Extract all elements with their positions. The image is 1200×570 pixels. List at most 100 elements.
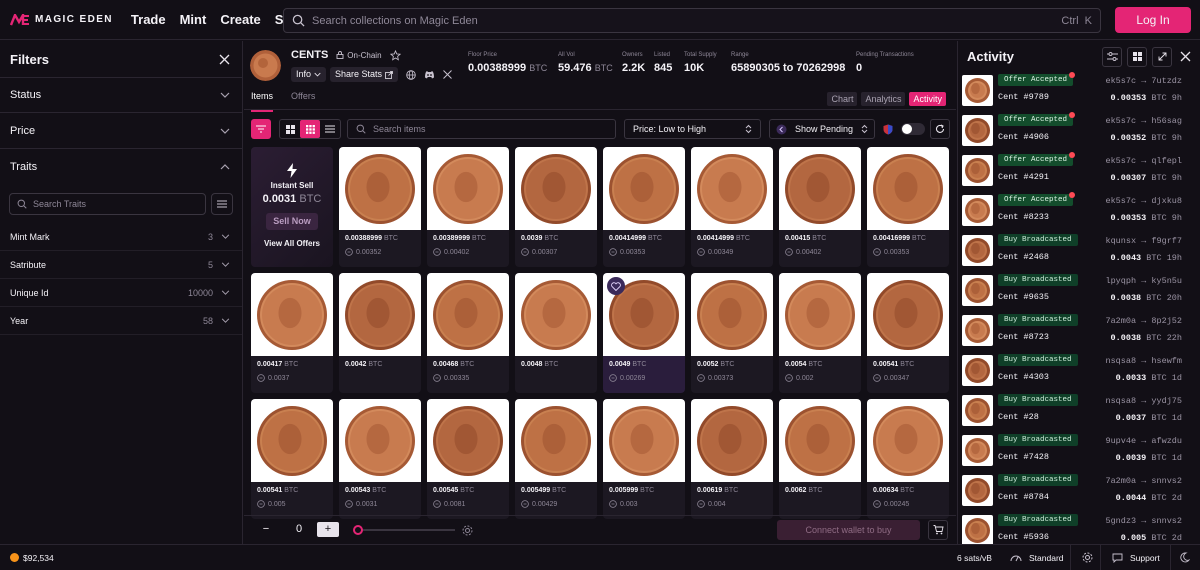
activity-item-name[interactable]: Cent #2468 [998, 252, 1049, 262]
grid-large-button[interactable] [280, 120, 300, 138]
activity-row[interactable]: Buy Broadcasted Cent #2468 kqunsx → f9grf7… [962, 232, 1200, 272]
activity-item-name[interactable]: Cent #4303 [998, 372, 1049, 382]
share-stats-button[interactable]: Share Stats [330, 67, 399, 82]
activity-addresses[interactable]: 7a2m0a → snnvs2 [1105, 476, 1182, 486]
activity-row[interactable]: Buy Broadcasted Cent #8784 7a2m0a → snnvs2… [962, 472, 1200, 512]
trait-row[interactable]: Unique Id 10000 [0, 279, 242, 307]
activity-addresses[interactable]: nsqsa8 → yydj75 [1105, 396, 1182, 406]
nav-mint[interactable]: Mint [180, 12, 207, 27]
activity-row[interactable]: Offer Accepted Cent #8233 ek5s7c → djxku8 0… [962, 192, 1200, 232]
protection-toggle[interactable] [883, 119, 925, 139]
item-card[interactable]: 0.00545 BTC 0.0081 [427, 399, 509, 519]
item-card[interactable]: 0.0039 BTC 0.00307 [515, 147, 597, 267]
qty-slider[interactable] [353, 525, 455, 535]
activity-addresses[interactable]: nsqsa8 → hsewfm [1105, 356, 1182, 366]
activity-row[interactable]: Buy Broadcasted Cent #9635 lpyqph → ky5n5u… [962, 272, 1200, 312]
trait-row[interactable]: Satribute 5 [0, 251, 242, 279]
close-icon[interactable] [219, 54, 230, 65]
cart-button[interactable] [928, 520, 948, 540]
activity-item-name[interactable]: Cent #28 [998, 412, 1039, 422]
globe-icon[interactable] [406, 69, 416, 80]
qty-value[interactable]: 0 [292, 522, 306, 537]
info-dropdown[interactable]: Info [291, 67, 327, 82]
speed-selector[interactable]: Standard [1010, 545, 1064, 570]
support-button[interactable]: Support [1112, 545, 1160, 570]
activity-addresses[interactable]: ek5s7c → djxku8 [1105, 196, 1182, 206]
item-card[interactable]: 0.005499 BTC 0.00429 [515, 399, 597, 519]
activity-row[interactable]: Offer Accepted Cent #9789 ek5s7c → 7utzdz 0… [962, 72, 1200, 112]
activity-item-name[interactable]: Cent #8233 [998, 212, 1049, 222]
activity-row[interactable]: Buy Broadcasted Cent #28 nsqsa8 → yydj75 0.… [962, 392, 1200, 432]
item-card[interactable]: 0.00414999 BTC 0.00349 [691, 147, 773, 267]
activity-grid-button[interactable] [1127, 46, 1147, 67]
connect-wallet-button[interactable]: Connect wallet to buy [777, 520, 920, 540]
trait-row[interactable]: Year 58 [0, 307, 242, 335]
activity-addresses[interactable]: 9upv4e → afwzdu [1105, 436, 1182, 446]
tab-analytics[interactable]: Analytics [861, 92, 906, 106]
qty-minus-button[interactable]: − [255, 522, 277, 537]
close-icon[interactable] [1180, 51, 1191, 62]
toggle-switch[interactable] [901, 123, 925, 135]
filter-price[interactable]: Price [0, 113, 242, 149]
trait-row[interactable]: Mint Mark 3 [0, 223, 242, 251]
heart-icon[interactable] [607, 277, 625, 295]
item-card[interactable]: 0.00415 BTC 0.00402 [779, 147, 861, 267]
instant-sell-card[interactable]: Instant Sell 0.0031 BTC Sell Now View Al… [251, 147, 333, 267]
activity-addresses[interactable]: kqunsx → f9grf7 [1105, 236, 1182, 246]
item-card[interactable]: 0.0054 BTC 0.002 [779, 273, 861, 393]
x-twitter-icon[interactable] [443, 70, 452, 79]
item-card[interactable]: 0.00388999 BTC 0.00352 [339, 147, 421, 267]
activity-row[interactable]: Buy Broadcasted Cent #4303 nsqsa8 → hsewfm… [962, 352, 1200, 392]
activity-item-name[interactable]: Cent #9789 [998, 92, 1049, 102]
activity-row[interactable]: Buy Broadcasted Cent #8723 7a2m0a → 8p2j52… [962, 312, 1200, 352]
sell-now-button[interactable]: Sell Now [266, 213, 318, 230]
item-card[interactable]: 0.0049 BTC 0.00269 [603, 273, 685, 393]
nav-create[interactable]: Create [220, 12, 260, 27]
trait-search-input[interactable]: Search Traits [9, 193, 206, 215]
items-search-input[interactable]: Search items [347, 119, 616, 139]
trait-list-view-button[interactable] [211, 193, 233, 215]
activity-row[interactable]: Offer Accepted Cent #4906 ek5s7c → h56sag 0… [962, 112, 1200, 152]
activity-addresses[interactable]: 7a2m0a → 8p2j52 [1105, 316, 1182, 326]
pending-select[interactable]: Show Pending [769, 119, 875, 139]
activity-filter-button[interactable] [1102, 46, 1122, 67]
nav-trade[interactable]: Trade [131, 12, 166, 27]
item-card[interactable]: 0.00619 BTC 0.004 [691, 399, 773, 519]
qty-plus-button[interactable]: + [317, 522, 339, 537]
activity-item-name[interactable]: Cent #8723 [998, 332, 1049, 342]
item-card[interactable]: 0.00416999 BTC 0.00353 [867, 147, 949, 267]
global-search[interactable]: Search collections on Magic Eden Ctrl K [283, 8, 1101, 33]
activity-item-name[interactable]: Cent #8784 [998, 492, 1049, 502]
magic-eden-logo[interactable]: MAGIC EDEN [10, 13, 113, 26]
activity-addresses[interactable]: ek5s7c → 7utzdz [1105, 76, 1182, 86]
activity-item-name[interactable]: Cent #9635 [998, 292, 1049, 302]
tab-activity[interactable]: Activity [909, 92, 946, 106]
discord-icon[interactable] [424, 70, 435, 79]
list-view-button[interactable] [320, 120, 340, 138]
activity-row[interactable]: Buy Broadcasted Cent #5936 5gndz3 → snnvs2… [962, 512, 1200, 544]
activity-item-name[interactable]: Cent #7428 [998, 452, 1049, 462]
item-card[interactable]: 0.00541 BTC 0.005 [251, 399, 333, 519]
view-all-offers-link[interactable]: View All Offers [251, 239, 333, 248]
gear-icon[interactable] [462, 525, 473, 536]
activity-item-name[interactable]: Cent #4906 [998, 132, 1049, 142]
item-card[interactable]: 0.00389999 BTC 0.00402 [427, 147, 509, 267]
login-button[interactable]: Log In [1115, 7, 1191, 33]
item-card[interactable]: 0.00541 BTC 0.00347 [867, 273, 949, 393]
item-card[interactable]: 0.00414999 BTC 0.00353 [603, 147, 685, 267]
item-card[interactable]: 0.0048 BTC [515, 273, 597, 393]
item-card[interactable]: 0.0062 BTC [779, 399, 861, 519]
expand-button[interactable] [1152, 46, 1172, 67]
activity-item-name[interactable]: Cent #4291 [998, 172, 1049, 182]
activity-addresses[interactable]: lpyqph → ky5n5u [1105, 276, 1182, 286]
item-card[interactable]: 0.00417 BTC 0.0037 [251, 273, 333, 393]
item-card[interactable]: 0.0052 BTC 0.00373 [691, 273, 773, 393]
item-card[interactable]: 0.00543 BTC 0.0031 [339, 399, 421, 519]
activity-row[interactable]: Buy Broadcasted Cent #7428 9upv4e → afwzdu… [962, 432, 1200, 472]
filter-traits[interactable]: Traits [0, 149, 242, 185]
activity-item-name[interactable]: Cent #5936 [998, 532, 1049, 542]
activity-addresses[interactable]: ek5s7c → qlfepl [1105, 156, 1182, 166]
item-card[interactable]: 0.00468 BTC 0.00335 [427, 273, 509, 393]
activity-row[interactable]: Offer Accepted Cent #4291 ek5s7c → qlfepl 0… [962, 152, 1200, 192]
theme-toggle[interactable] [1179, 545, 1190, 570]
